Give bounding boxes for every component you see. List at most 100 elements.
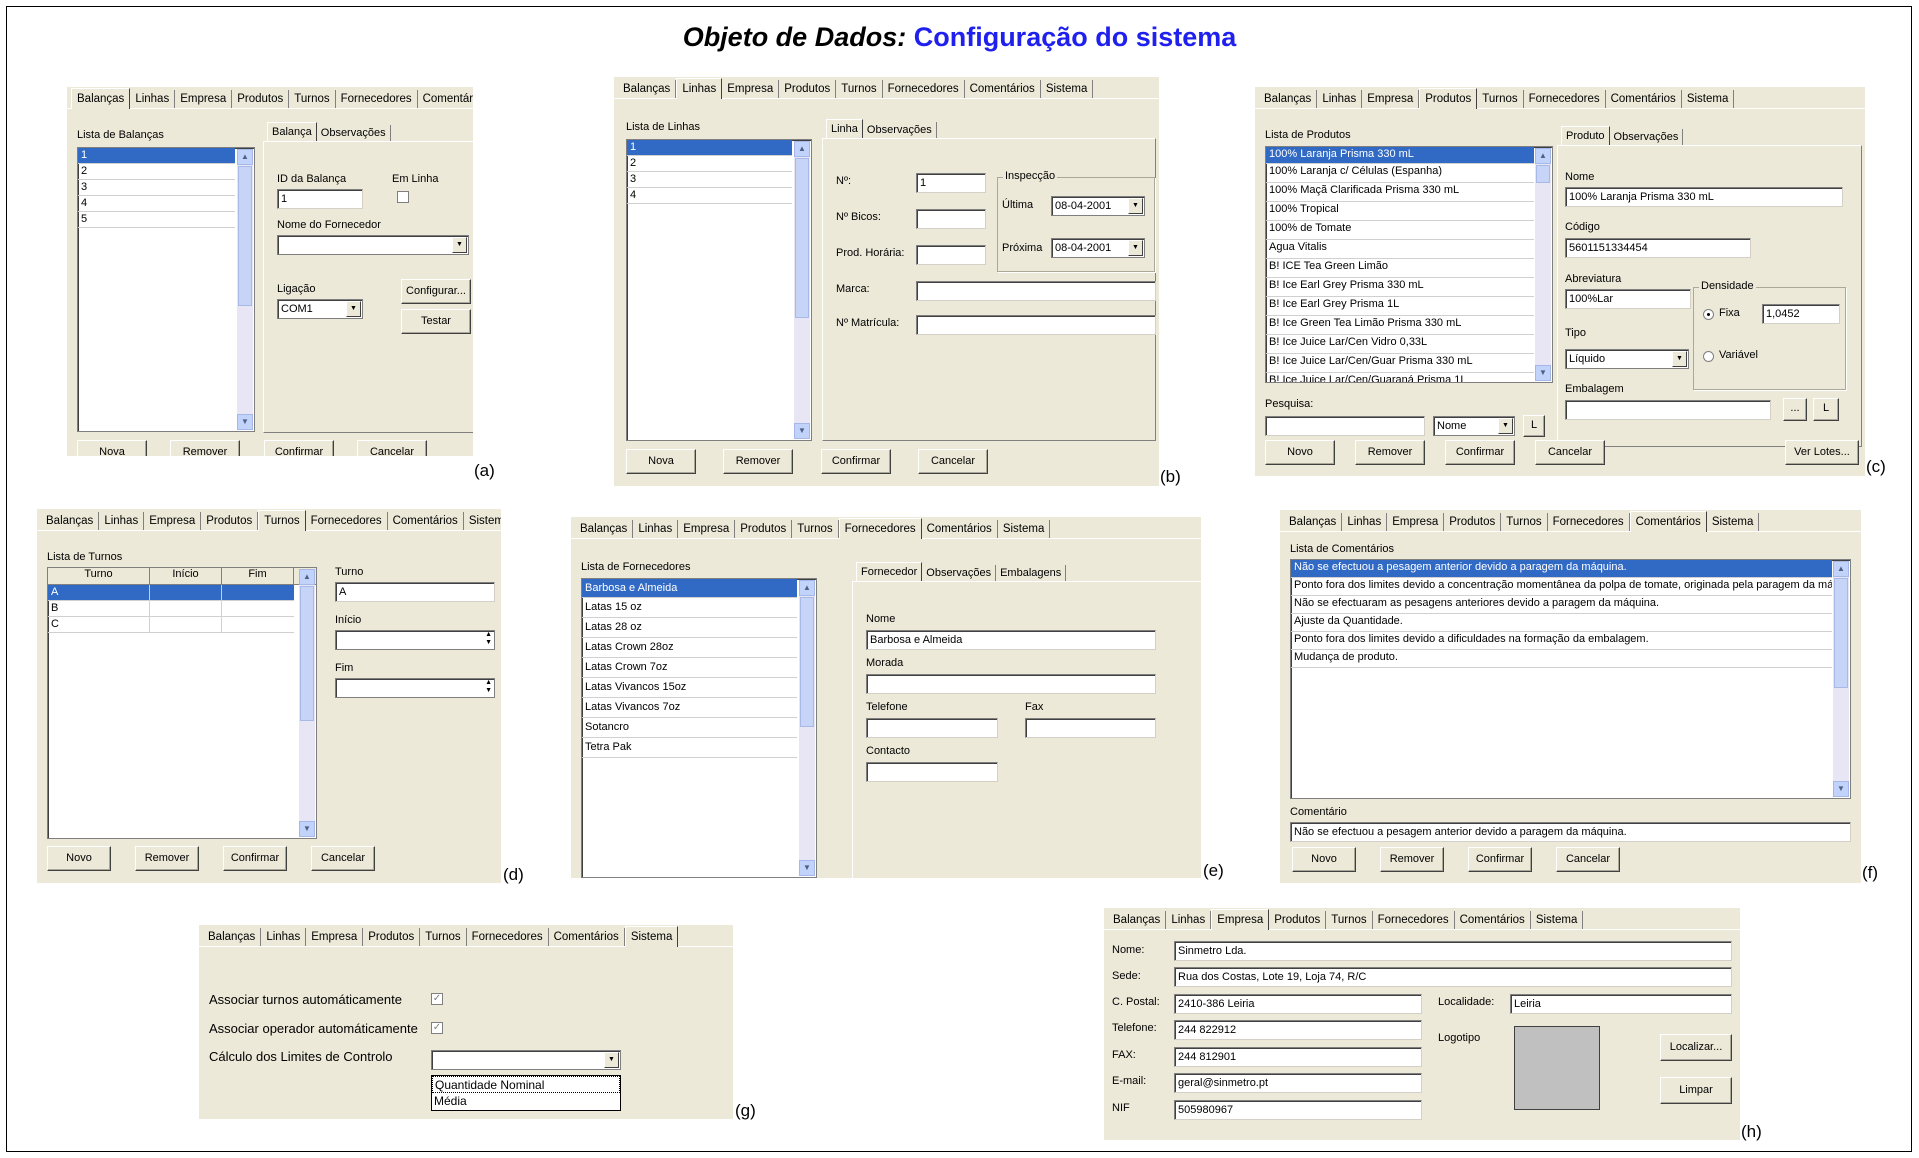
cancelar-button[interactable]: Cancelar <box>1535 440 1605 465</box>
tab-comentarios[interactable]: Comentários <box>965 80 1041 98</box>
list-item[interactable]: 2 <box>78 164 235 180</box>
linhas-list[interactable]: 1 2 3 4 ▲ ▼ <box>626 139 812 441</box>
scrollbar[interactable]: ▲ ▼ <box>799 580 815 876</box>
list-item[interactable]: Mudança de produto. <box>1291 650 1832 668</box>
localizar-button[interactable]: Localizar... <box>1660 1034 1732 1061</box>
morada-input[interactable] <box>866 674 1156 694</box>
tab-empresa[interactable]: Empresa <box>175 90 233 108</box>
tab-produtos[interactable]: Produtos <box>201 512 259 530</box>
scroll-thumb[interactable] <box>800 597 814 727</box>
fixa-radio[interactable] <box>1703 309 1714 320</box>
bicos-input[interactable] <box>916 209 986 229</box>
prod-input[interactable] <box>916 245 986 265</box>
scroll-down-icon[interactable]: ▼ <box>794 423 810 439</box>
novo-button[interactable]: Novo <box>1292 847 1356 872</box>
tab-linhas[interactable]: Linhas <box>99 512 145 530</box>
proxima-date[interactable]: 08-04-2001 ▼ <box>1051 238 1145 258</box>
tab-comentarios[interactable]: Comentários <box>549 928 625 946</box>
em-linha-checkbox[interactable] <box>397 191 409 203</box>
chevron-down-icon[interactable]: ▼ <box>452 237 467 253</box>
fornecedor-select[interactable]: ▼ <box>277 235 469 255</box>
tab-balancas[interactable]: Balanças <box>1108 911 1167 929</box>
comentarios-list[interactable]: Não se efectuou a pesagem anterior devid… <box>1290 559 1851 799</box>
email-input[interactable]: geral@sinmetro.pt <box>1174 1073 1422 1093</box>
list-item[interactable]: 100% Maçã Clarificada Prisma 330 mL <box>1266 183 1534 202</box>
nome-input[interactable]: 100% Laranja Prisma 330 mL <box>1565 187 1843 207</box>
operador-auto-checkbox[interactable]: ✓ <box>431 1022 443 1034</box>
scroll-thumb[interactable] <box>238 166 252 306</box>
confirmar-button[interactable]: Confirmar <box>1468 847 1532 872</box>
abrev-input[interactable]: 100%Lar <box>1565 289 1691 309</box>
tab-produtos[interactable]: Produtos <box>735 520 793 538</box>
tab-produtos[interactable]: Produtos <box>1419 88 1478 109</box>
telefone-input[interactable] <box>866 718 998 738</box>
scroll-up-icon[interactable]: ▲ <box>799 580 815 596</box>
list-item[interactable]: Ajuste da Quantidade. <box>1291 614 1832 632</box>
remover-button[interactable]: Remover <box>135 846 199 871</box>
l-button[interactable]: L <box>1523 415 1545 437</box>
tab-linhas[interactable]: Linhas <box>1342 513 1388 531</box>
list-item[interactable]: B! Ice Juice Lar/Cen/Guaraná Prisma 1L <box>1266 373 1534 382</box>
option-quantidade-nominal[interactable]: Quantidade Nominal <box>432 1076 620 1093</box>
tab-sistema[interactable]: Sistema <box>1682 90 1735 108</box>
column-header[interactable]: Início <box>150 568 222 584</box>
list-item[interactable]: 4 <box>78 196 235 212</box>
n-input[interactable]: 1 <box>916 173 986 193</box>
logo-image[interactable] <box>1514 1026 1600 1110</box>
tab-linhas[interactable]: Linhas <box>1166 911 1212 929</box>
tab-balancas[interactable]: Balanças <box>618 80 677 98</box>
spin-arrows-icon[interactable]: ▲ ▼ <box>485 631 492 647</box>
tab-turnos[interactable]: Turnos <box>836 80 883 98</box>
id-input[interactable]: 1 <box>277 189 363 209</box>
chevron-down-icon[interactable]: ▼ <box>1498 418 1513 434</box>
tab-comentarios[interactable]: Comentários <box>1629 511 1707 532</box>
contacto-input[interactable] <box>866 762 998 782</box>
tab-balancas[interactable]: Balanças <box>203 928 262 946</box>
list-item[interactable]: Ponto fora dos limites devido a concentr… <box>1291 578 1832 596</box>
localidade-input[interactable]: Leiria <box>1510 994 1732 1014</box>
scroll-down-icon[interactable]: ▼ <box>237 414 253 430</box>
list-item[interactable]: 100% Tropical <box>1266 202 1534 221</box>
fim-spinner[interactable]: ▲ ▼ <box>335 678 495 698</box>
tab-fornecedores[interactable]: Fornecedores <box>467 928 549 946</box>
chevron-down-icon[interactable]: ▼ <box>346 301 361 317</box>
tab-fornecedores[interactable]: Fornecedores <box>838 518 922 539</box>
table-row[interactable]: B <box>48 601 294 617</box>
subtab-balanca[interactable]: Balança <box>267 122 317 141</box>
tab-produtos[interactable]: Produtos <box>779 80 837 98</box>
fax-input[interactable]: 244 812901 <box>1174 1047 1422 1067</box>
chevron-down-icon[interactable]: ▼ <box>604 1052 619 1068</box>
subtab-produto[interactable]: Produto <box>1561 126 1610 145</box>
list-item[interactable]: B! ICE Tea Green Limão <box>1266 259 1534 278</box>
scrollbar[interactable]: ▲ ▼ <box>1535 148 1551 381</box>
comentario-input[interactable]: Não se efectuou a pesagem anterior devid… <box>1290 822 1851 842</box>
list-item[interactable]: 3 <box>627 172 792 188</box>
tab-empresa[interactable]: Empresa <box>1362 90 1420 108</box>
embalagem-input[interactable] <box>1565 400 1771 420</box>
remover-button[interactable]: Remover <box>723 449 793 474</box>
list-item[interactable]: 4 <box>627 188 792 204</box>
ver-lotes-button[interactable]: Ver Lotes... <box>1785 440 1859 465</box>
scroll-down-icon[interactable]: ▼ <box>299 821 315 837</box>
tab-linhas[interactable]: Linhas <box>676 78 723 99</box>
tab-fornecedores[interactable]: Fornecedores <box>1524 90 1606 108</box>
scroll-thumb[interactable] <box>795 158 809 318</box>
fixa-input[interactable]: 1,0452 <box>1762 304 1840 324</box>
pesquisa-input[interactable] <box>1265 416 1425 436</box>
ligacao-select[interactable]: COM1 ▼ <box>277 299 363 319</box>
matricula-input[interactable] <box>916 315 1156 335</box>
tab-produtos[interactable]: Produtos <box>232 90 290 108</box>
turno-input[interactable]: A <box>335 582 495 602</box>
list-item[interactable]: 100% Laranja Prisma 330 mL <box>1266 147 1534 164</box>
tab-turnos[interactable]: Turnos <box>1326 911 1373 929</box>
tab-empresa[interactable]: Empresa <box>144 512 202 530</box>
tab-fornecedores[interactable]: Fornecedores <box>1548 513 1630 531</box>
subtab-embalagens[interactable]: Embalagens <box>996 565 1067 581</box>
nova-button[interactable]: Nova <box>77 440 147 456</box>
turnos-auto-checkbox[interactable]: ✓ <box>431 993 443 1005</box>
confirmar-button[interactable]: Confirmar <box>1445 440 1515 465</box>
tab-comentarios[interactable]: Comentári <box>418 90 473 108</box>
tab-balancas[interactable]: Balanças <box>1284 513 1343 531</box>
variavel-radio[interactable] <box>1703 351 1714 362</box>
remover-button[interactable]: Remover <box>1355 440 1425 465</box>
